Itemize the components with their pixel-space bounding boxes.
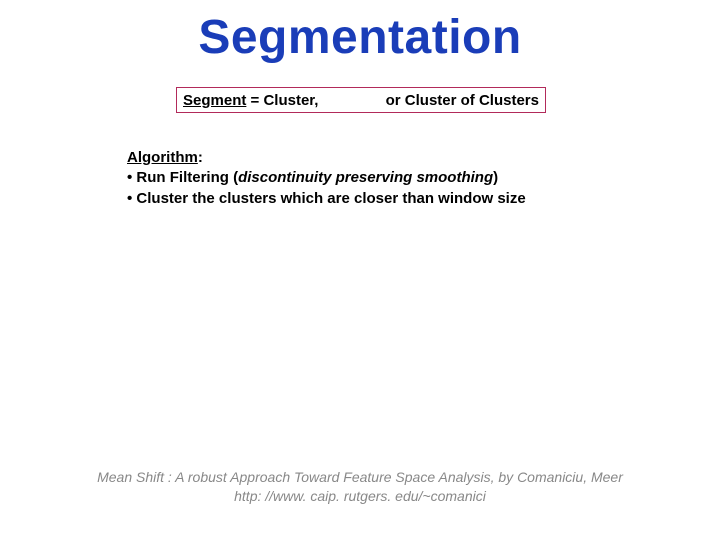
bullet1-suffix: ) <box>493 169 498 186</box>
equals-cluster-text: = Cluster, <box>246 92 318 109</box>
citation-line-2: http: //www. caip. rutgers. edu/~comanic… <box>40 487 680 506</box>
algorithm-block: Algorithm: • Run Filtering (discontinuit… <box>127 148 526 209</box>
definition-right: or Cluster of Clusters <box>386 92 539 109</box>
algorithm-heading-line: Algorithm: <box>127 148 526 168</box>
bullet1-prefix: • Run Filtering ( <box>127 169 238 186</box>
citation-text: Mean Shift : A robust Approach Toward Fe… <box>0 468 720 506</box>
algorithm-bullet-1: • Run Filtering (discontinuity preservin… <box>127 168 526 188</box>
algorithm-colon: : <box>198 149 203 166</box>
algorithm-heading: Algorithm <box>127 149 198 166</box>
citation-line-1: Mean Shift : A robust Approach Toward Fe… <box>40 468 680 487</box>
bullet1-italic: discontinuity preserving smoothing <box>238 169 493 186</box>
algorithm-bullet-2: • Cluster the clusters which are closer … <box>127 189 526 209</box>
segment-underlined: Segment <box>183 92 246 109</box>
slide: Segmentation Segment = Cluster, or Clust… <box>0 0 720 540</box>
definition-left: Segment = Cluster, <box>183 92 318 109</box>
definition-box: Segment = Cluster, or Cluster of Cluster… <box>176 87 546 113</box>
slide-title: Segmentation <box>0 10 720 65</box>
